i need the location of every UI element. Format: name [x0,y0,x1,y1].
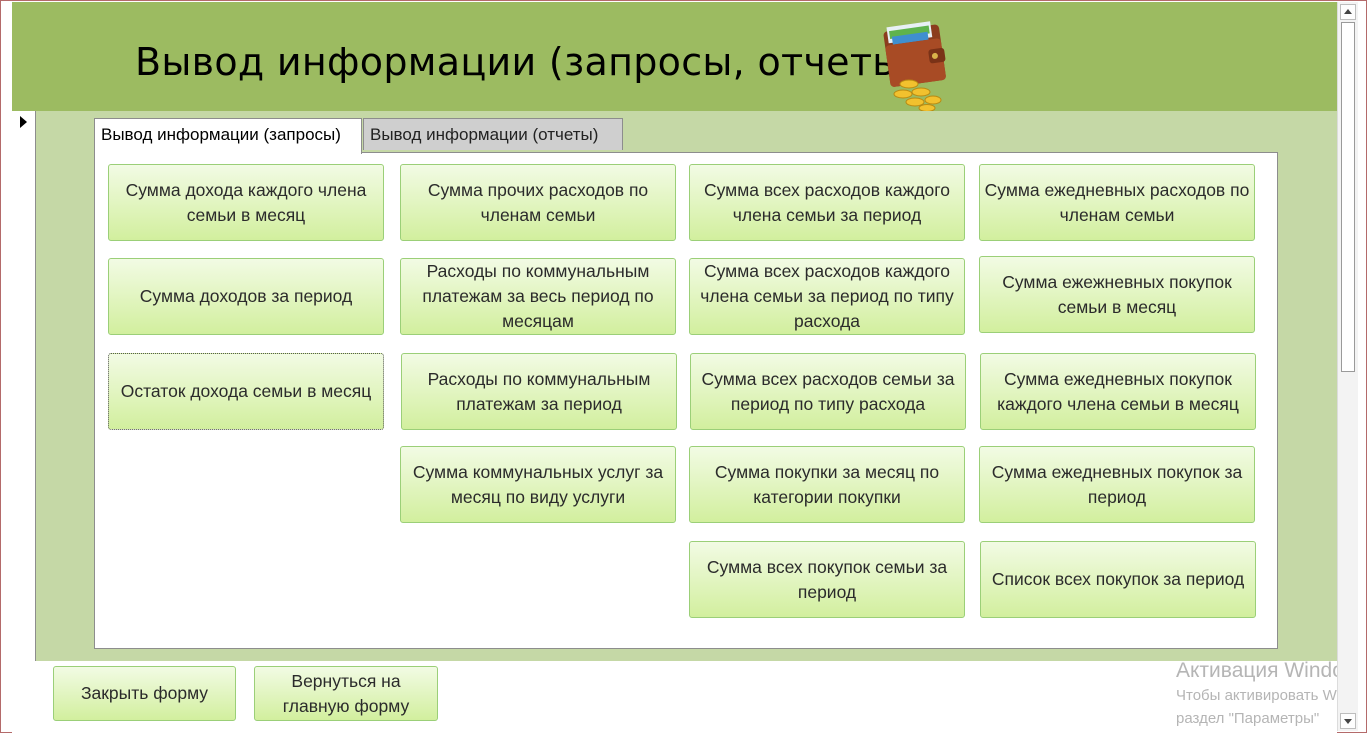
utility-payments-for-period-button[interactable]: Расходы по коммунальным платежам за пери… [401,353,677,430]
wallet-with-coins-icon [883,21,946,112]
close-form-button[interactable]: Закрыть форму [53,666,236,721]
arrow-up-icon [1344,9,1352,14]
form-title: Вывод информации (запросы, отчеты) [135,40,918,84]
watermark-line-2: раздел "Параметры" [1176,710,1320,727]
utility-payments-by-month-button[interactable]: Расходы по коммунальным платежам за весь… [400,258,676,335]
family-expenses-by-type-button[interactable]: Сумма всех расходов семьи за период по т… [690,353,966,430]
record-selector-arrow-icon [20,116,27,128]
record-selector[interactable] [12,111,36,661]
daily-purchases-monthly-button[interactable]: Сумма ежежневных покупок семьи в месяц [979,256,1255,333]
income-for-period-button[interactable]: Сумма доходов за период [108,258,384,335]
other-expenses-by-member-button[interactable]: Сумма прочих расходов по членам семьи [400,164,676,241]
income-per-member-monthly-button[interactable]: Сумма дохода каждого члена семьи в месяц [108,164,384,241]
utility-sum-by-service-button[interactable]: Сумма коммунальных услуг за месяц по вид… [400,446,676,523]
watermark-title: Активация Windo [1176,659,1337,682]
return-to-main-button[interactable]: Вернуться на главную форму [254,666,438,721]
watermark-line-1: Чтобы активировать W [1176,687,1337,704]
purchases-by-category-button[interactable]: Сумма покупки за месяц по категории поку… [689,446,965,523]
all-expenses-per-member-by-type-button[interactable]: Сумма всех расходов каждого члена семьи … [689,258,965,335]
vertical-scrollbar[interactable] [1337,2,1358,731]
scroll-down-button[interactable] [1340,713,1356,729]
scroll-up-button[interactable] [1340,4,1356,20]
arrow-down-icon [1344,719,1352,724]
all-purchases-list-button[interactable]: Список всех покупок за период [980,541,1256,618]
daily-purchases-for-period-button[interactable]: Сумма ежедневных покупок за период [979,446,1255,523]
tab-reports[interactable]: Вывод информации (отчеты) [363,118,623,150]
activation-watermark: Активация Windo Чтобы активировать W раз… [1176,658,1337,735]
all-expenses-per-member-button[interactable]: Сумма всех расходов каждого члена семьи … [689,164,965,241]
daily-expenses-by-member-button[interactable]: Сумма ежедневных расходов по членам семь… [979,164,1255,241]
daily-purchases-per-member-button[interactable]: Сумма ежедневных покупок каждого члена с… [980,353,1256,430]
scroll-thumb[interactable] [1341,22,1355,372]
tab-queries[interactable]: Вывод информации (запросы) [94,118,362,154]
all-family-purchases-button[interactable]: Сумма всех покупок семьи за период [689,541,965,618]
family-income-balance-button[interactable]: Остаток дохода семьи в месяц [108,353,384,430]
